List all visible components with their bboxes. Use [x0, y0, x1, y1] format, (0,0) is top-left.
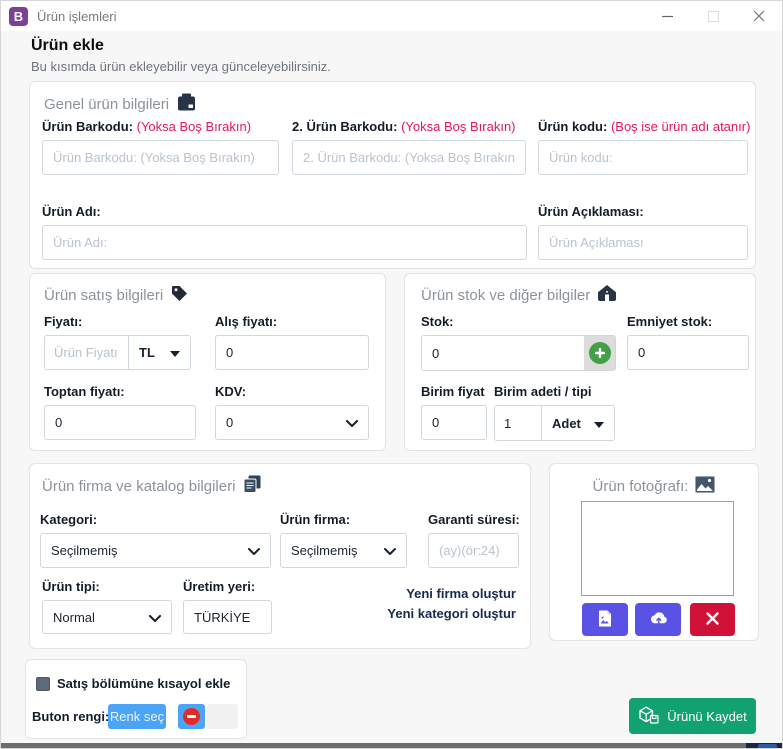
- wholesale-price-label: Toptan fiyatı:: [44, 384, 196, 399]
- product-name-label: Ürün Adı:: [42, 204, 527, 219]
- package-icon: [177, 93, 196, 115]
- stock-label: Stok:: [421, 314, 616, 329]
- product-type-select[interactable]: Normal: [42, 600, 172, 634]
- save-product-button[interactable]: Ürünü Kaydet: [629, 698, 756, 734]
- title-bar: B Ürün işlemleri: [1, 1, 782, 31]
- unit-type-select[interactable]: Adet: [541, 406, 614, 440]
- unit-count-label: Birim adeti / tipi: [494, 384, 615, 399]
- category-label: Kategori:: [40, 512, 271, 527]
- app-icon: B: [9, 7, 28, 26]
- add-stock-button[interactable]: [584, 336, 615, 370]
- warranty-input[interactable]: [428, 533, 519, 568]
- stock-info-section: Ürün stok ve diğer bilgiler Stok: Emniye…: [404, 273, 756, 451]
- barcode2-input[interactable]: [292, 140, 526, 175]
- safety-stock-label: Emniyet stok:: [627, 314, 749, 329]
- general-section-title: Genel ürün bilgileri: [44, 93, 196, 115]
- product-name-input[interactable]: [42, 225, 527, 260]
- unit-price-input[interactable]: [421, 405, 487, 440]
- warranty-label: Garanti süresi:: [428, 512, 519, 527]
- chevron-down-icon: [346, 415, 358, 430]
- unit-price-label: Birim fiyat: [421, 384, 487, 399]
- save-box-icon: [638, 705, 659, 727]
- firm-select[interactable]: Seçilmemiş: [280, 533, 407, 568]
- product-type-label: Ürün tipi:: [42, 579, 172, 594]
- vat-label: KDV:: [215, 384, 369, 399]
- firm-label: Ürün firma:: [280, 512, 407, 527]
- window-controls: [644, 1, 782, 31]
- warehouse-icon: [598, 285, 616, 305]
- taskbar-edge: [1, 743, 783, 749]
- photo-section: Ürün fotoğrafı:: [549, 463, 759, 641]
- purchase-price-label: Alış fiyatı:: [215, 314, 369, 329]
- chevron-down-icon: [384, 543, 396, 558]
- dropdown-triangle-icon: [594, 416, 604, 431]
- button-color-label: Buton rengi:: [32, 709, 109, 724]
- minus-circle-icon: [183, 708, 200, 725]
- dropdown-triangle-icon: [170, 345, 180, 360]
- catalog-info-section: Ürün firma ve katalog bilgileri Kategori…: [29, 463, 531, 649]
- catalog-links: Yeni firma oluştur Yeni kategori oluştur: [387, 584, 516, 624]
- new-category-link[interactable]: Yeni kategori oluştur: [387, 604, 516, 624]
- taskbar-corner: [746, 743, 783, 749]
- chevron-down-icon: [149, 610, 161, 625]
- product-code-input[interactable]: [538, 140, 748, 175]
- taskbar-app-chip: [758, 744, 777, 749]
- stock-section-title: Ürün stok ve diğer bilgiler: [421, 285, 616, 305]
- sales-info-section: Ürün satış bilgileri Fiyatı: TL Alış fiy…: [29, 273, 386, 451]
- price-input[interactable]: [45, 336, 128, 369]
- upload-image-button[interactable]: [635, 603, 681, 636]
- x-icon: [705, 611, 720, 629]
- barcode2-label: 2. Ürün Barkodu: (Yoksa Boş Bırakın): [292, 119, 526, 134]
- window-title: Ürün işlemleri: [37, 9, 116, 24]
- vat-select[interactable]: 0: [215, 405, 369, 440]
- unit-count-input[interactable]: [495, 406, 541, 440]
- price-label: Fiyatı:: [44, 314, 191, 329]
- file-image-icon: [598, 610, 612, 630]
- remove-color-button[interactable]: [178, 704, 205, 729]
- remove-image-button[interactable]: [690, 603, 735, 636]
- category-select[interactable]: Seçilmemiş: [40, 533, 271, 568]
- product-desc-label: Ürün Açıklaması:: [538, 204, 748, 219]
- pick-color-button[interactable]: Renk seç: [108, 704, 166, 729]
- close-icon[interactable]: [736, 1, 782, 31]
- plus-icon: [589, 342, 611, 364]
- barcode-input[interactable]: [42, 140, 279, 175]
- general-info-section: Genel ürün bilgileri Ürün Barkodu: (Yoks…: [29, 81, 756, 269]
- page-subtitle: Bu kısımda ürün ekleyebilir veya güncele…: [31, 59, 331, 74]
- photo-section-title: Ürün fotoğrafı:: [550, 476, 758, 497]
- app-window: B Ürün işlemleri Ürün ekle Bu kısımda ür…: [0, 0, 783, 749]
- documents-icon: [243, 475, 261, 497]
- photo-preview: [581, 501, 734, 596]
- origin-input[interactable]: [183, 600, 272, 634]
- origin-label: Üretim yeri:: [183, 579, 272, 594]
- shortcut-section: Satış bölümüne kısayol ekle Buton rengi:…: [25, 659, 247, 739]
- product-desc-input[interactable]: [538, 225, 748, 260]
- product-code-label: Ürün kodu: (Boş ise ürün adı atanır): [538, 119, 748, 134]
- new-firm-link[interactable]: Yeni firma oluştur: [387, 584, 516, 604]
- safety-stock-input[interactable]: [627, 335, 749, 370]
- purchase-price-input[interactable]: [215, 335, 369, 370]
- tag-icon: [171, 285, 188, 306]
- color-swatch: [207, 704, 238, 729]
- image-icon: [695, 476, 715, 497]
- maximize-icon[interactable]: [690, 1, 736, 31]
- stock-input[interactable]: [422, 336, 584, 370]
- choose-image-button[interactable]: [582, 603, 628, 636]
- minimize-icon[interactable]: [644, 1, 690, 31]
- page-title: Ürün ekle: [31, 37, 104, 55]
- chevron-down-icon: [248, 543, 260, 558]
- shortcut-checkbox[interactable]: [36, 677, 50, 691]
- shortcut-checkbox-label: Satış bölümüne kısayol ekle: [57, 676, 230, 691]
- catalog-section-title: Ürün firma ve katalog bilgileri: [42, 475, 261, 497]
- barcode-label: Ürün Barkodu: (Yoksa Boş Bırakın): [42, 119, 279, 134]
- sales-section-title: Ürün satış bilgileri: [44, 285, 188, 306]
- currency-select[interactable]: TL: [128, 336, 190, 369]
- wholesale-price-input[interactable]: [44, 405, 196, 440]
- cloud-upload-icon: [649, 611, 668, 628]
